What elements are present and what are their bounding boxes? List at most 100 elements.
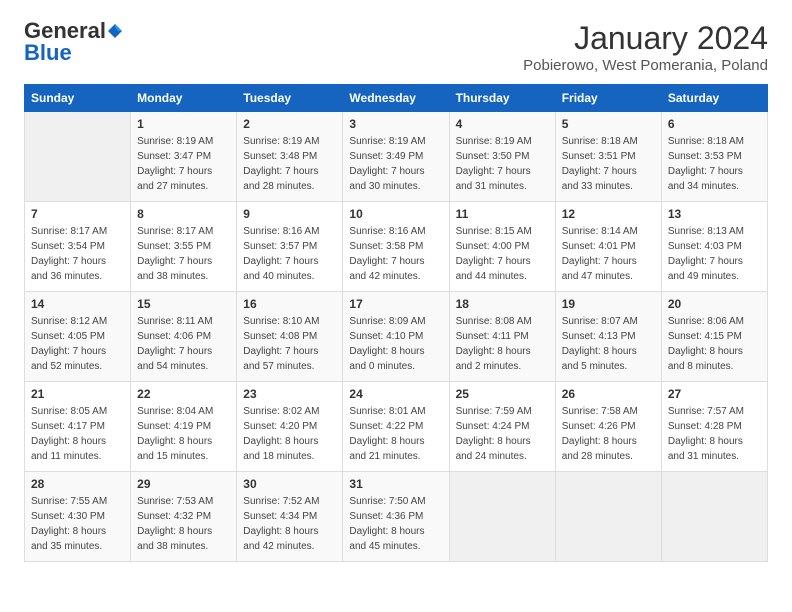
day-info: Sunrise: 8:19 AM Sunset: 3:48 PM Dayligh… <box>243 134 336 194</box>
col-header-tuesday: Tuesday <box>237 85 343 112</box>
day-cell: 6 Sunrise: 8:18 AM Sunset: 3:53 PM Dayli… <box>661 112 767 202</box>
day-info: Sunrise: 8:05 AM Sunset: 4:17 PM Dayligh… <box>31 404 124 464</box>
day-number: 12 <box>562 207 655 221</box>
day-cell: 30 Sunrise: 7:52 AM Sunset: 4:34 PM Dayl… <box>237 472 343 562</box>
day-cell <box>449 472 555 562</box>
col-header-sunday: Sunday <box>25 85 131 112</box>
calendar-table: SundayMondayTuesdayWednesdayThursdayFrid… <box>24 84 768 562</box>
day-info: Sunrise: 7:59 AM Sunset: 4:24 PM Dayligh… <box>456 404 549 464</box>
day-info: Sunrise: 8:19 AM Sunset: 3:50 PM Dayligh… <box>456 134 549 194</box>
day-number: 4 <box>456 117 549 131</box>
day-info: Sunrise: 8:13 AM Sunset: 4:03 PM Dayligh… <box>668 224 761 284</box>
day-cell: 7 Sunrise: 8:17 AM Sunset: 3:54 PM Dayli… <box>25 202 131 292</box>
day-info: Sunrise: 8:16 AM Sunset: 3:57 PM Dayligh… <box>243 224 336 284</box>
day-number: 8 <box>137 207 230 221</box>
day-cell <box>661 472 767 562</box>
day-cell: 20 Sunrise: 8:06 AM Sunset: 4:15 PM Dayl… <box>661 292 767 382</box>
day-cell: 25 Sunrise: 7:59 AM Sunset: 4:24 PM Dayl… <box>449 382 555 472</box>
day-number: 26 <box>562 387 655 401</box>
day-number: 29 <box>137 477 230 491</box>
day-cell: 10 Sunrise: 8:16 AM Sunset: 3:58 PM Dayl… <box>343 202 449 292</box>
day-cell: 23 Sunrise: 8:02 AM Sunset: 4:20 PM Dayl… <box>237 382 343 472</box>
week-row-5: 28 Sunrise: 7:55 AM Sunset: 4:30 PM Dayl… <box>25 472 768 562</box>
calendar-header-row: SundayMondayTuesdayWednesdayThursdayFrid… <box>25 85 768 112</box>
day-info: Sunrise: 8:15 AM Sunset: 4:00 PM Dayligh… <box>456 224 549 284</box>
day-info: Sunrise: 8:17 AM Sunset: 3:54 PM Dayligh… <box>31 224 124 284</box>
day-cell: 29 Sunrise: 7:53 AM Sunset: 4:32 PM Dayl… <box>131 472 237 562</box>
day-info: Sunrise: 7:55 AM Sunset: 4:30 PM Dayligh… <box>31 494 124 554</box>
day-number: 5 <box>562 117 655 131</box>
logo-general-text: General <box>24 20 106 42</box>
location-title: Pobierowo, West Pomerania, Poland <box>523 57 768 74</box>
logo-blue-text: Blue <box>24 42 72 64</box>
col-header-saturday: Saturday <box>661 85 767 112</box>
week-row-2: 7 Sunrise: 8:17 AM Sunset: 3:54 PM Dayli… <box>25 202 768 292</box>
day-cell: 16 Sunrise: 8:10 AM Sunset: 4:08 PM Dayl… <box>237 292 343 382</box>
day-info: Sunrise: 8:01 AM Sunset: 4:22 PM Dayligh… <box>349 404 442 464</box>
day-info: Sunrise: 7:57 AM Sunset: 4:28 PM Dayligh… <box>668 404 761 464</box>
day-cell: 22 Sunrise: 8:04 AM Sunset: 4:19 PM Dayl… <box>131 382 237 472</box>
week-row-3: 14 Sunrise: 8:12 AM Sunset: 4:05 PM Dayl… <box>25 292 768 382</box>
day-cell: 2 Sunrise: 8:19 AM Sunset: 3:48 PM Dayli… <box>237 112 343 202</box>
day-cell: 21 Sunrise: 8:05 AM Sunset: 4:17 PM Dayl… <box>25 382 131 472</box>
week-row-1: 1 Sunrise: 8:19 AM Sunset: 3:47 PM Dayli… <box>25 112 768 202</box>
day-info: Sunrise: 8:18 AM Sunset: 3:51 PM Dayligh… <box>562 134 655 194</box>
day-info: Sunrise: 7:50 AM Sunset: 4:36 PM Dayligh… <box>349 494 442 554</box>
logo-icon <box>106 22 124 40</box>
month-title: January 2024 <box>523 20 768 57</box>
day-number: 10 <box>349 207 442 221</box>
week-row-4: 21 Sunrise: 8:05 AM Sunset: 4:17 PM Dayl… <box>25 382 768 472</box>
day-info: Sunrise: 8:02 AM Sunset: 4:20 PM Dayligh… <box>243 404 336 464</box>
day-info: Sunrise: 8:04 AM Sunset: 4:19 PM Dayligh… <box>137 404 230 464</box>
day-number: 1 <box>137 117 230 131</box>
day-cell: 1 Sunrise: 8:19 AM Sunset: 3:47 PM Dayli… <box>131 112 237 202</box>
day-cell: 3 Sunrise: 8:19 AM Sunset: 3:49 PM Dayli… <box>343 112 449 202</box>
day-number: 20 <box>668 297 761 311</box>
day-number: 17 <box>349 297 442 311</box>
day-cell <box>25 112 131 202</box>
day-number: 3 <box>349 117 442 131</box>
day-info: Sunrise: 8:11 AM Sunset: 4:06 PM Dayligh… <box>137 314 230 374</box>
day-cell: 31 Sunrise: 7:50 AM Sunset: 4:36 PM Dayl… <box>343 472 449 562</box>
day-cell: 14 Sunrise: 8:12 AM Sunset: 4:05 PM Dayl… <box>25 292 131 382</box>
col-header-thursday: Thursday <box>449 85 555 112</box>
day-cell: 26 Sunrise: 7:58 AM Sunset: 4:26 PM Dayl… <box>555 382 661 472</box>
day-cell <box>555 472 661 562</box>
day-cell: 12 Sunrise: 8:14 AM Sunset: 4:01 PM Dayl… <box>555 202 661 292</box>
day-number: 30 <box>243 477 336 491</box>
day-cell: 17 Sunrise: 8:09 AM Sunset: 4:10 PM Dayl… <box>343 292 449 382</box>
day-info: Sunrise: 7:52 AM Sunset: 4:34 PM Dayligh… <box>243 494 336 554</box>
day-info: Sunrise: 8:17 AM Sunset: 3:55 PM Dayligh… <box>137 224 230 284</box>
day-cell: 9 Sunrise: 8:16 AM Sunset: 3:57 PM Dayli… <box>237 202 343 292</box>
day-cell: 27 Sunrise: 7:57 AM Sunset: 4:28 PM Dayl… <box>661 382 767 472</box>
day-info: Sunrise: 8:18 AM Sunset: 3:53 PM Dayligh… <box>668 134 761 194</box>
day-cell: 13 Sunrise: 8:13 AM Sunset: 4:03 PM Dayl… <box>661 202 767 292</box>
day-cell: 19 Sunrise: 8:07 AM Sunset: 4:13 PM Dayl… <box>555 292 661 382</box>
day-number: 21 <box>31 387 124 401</box>
day-number: 24 <box>349 387 442 401</box>
day-info: Sunrise: 8:12 AM Sunset: 4:05 PM Dayligh… <box>31 314 124 374</box>
col-header-friday: Friday <box>555 85 661 112</box>
day-number: 13 <box>668 207 761 221</box>
col-header-wednesday: Wednesday <box>343 85 449 112</box>
day-cell: 5 Sunrise: 8:18 AM Sunset: 3:51 PM Dayli… <box>555 112 661 202</box>
day-info: Sunrise: 8:10 AM Sunset: 4:08 PM Dayligh… <box>243 314 336 374</box>
day-cell: 11 Sunrise: 8:15 AM Sunset: 4:00 PM Dayl… <box>449 202 555 292</box>
day-number: 31 <box>349 477 442 491</box>
logo: General Blue <box>24 20 124 64</box>
day-number: 19 <box>562 297 655 311</box>
day-number: 14 <box>31 297 124 311</box>
day-info: Sunrise: 8:14 AM Sunset: 4:01 PM Dayligh… <box>562 224 655 284</box>
day-number: 9 <box>243 207 336 221</box>
day-number: 23 <box>243 387 336 401</box>
day-cell: 15 Sunrise: 8:11 AM Sunset: 4:06 PM Dayl… <box>131 292 237 382</box>
day-info: Sunrise: 8:07 AM Sunset: 4:13 PM Dayligh… <box>562 314 655 374</box>
day-number: 25 <box>456 387 549 401</box>
day-number: 7 <box>31 207 124 221</box>
day-info: Sunrise: 7:58 AM Sunset: 4:26 PM Dayligh… <box>562 404 655 464</box>
col-header-monday: Monday <box>131 85 237 112</box>
day-cell: 28 Sunrise: 7:55 AM Sunset: 4:30 PM Dayl… <box>25 472 131 562</box>
day-cell: 18 Sunrise: 8:08 AM Sunset: 4:11 PM Dayl… <box>449 292 555 382</box>
day-info: Sunrise: 7:53 AM Sunset: 4:32 PM Dayligh… <box>137 494 230 554</box>
day-info: Sunrise: 8:09 AM Sunset: 4:10 PM Dayligh… <box>349 314 442 374</box>
